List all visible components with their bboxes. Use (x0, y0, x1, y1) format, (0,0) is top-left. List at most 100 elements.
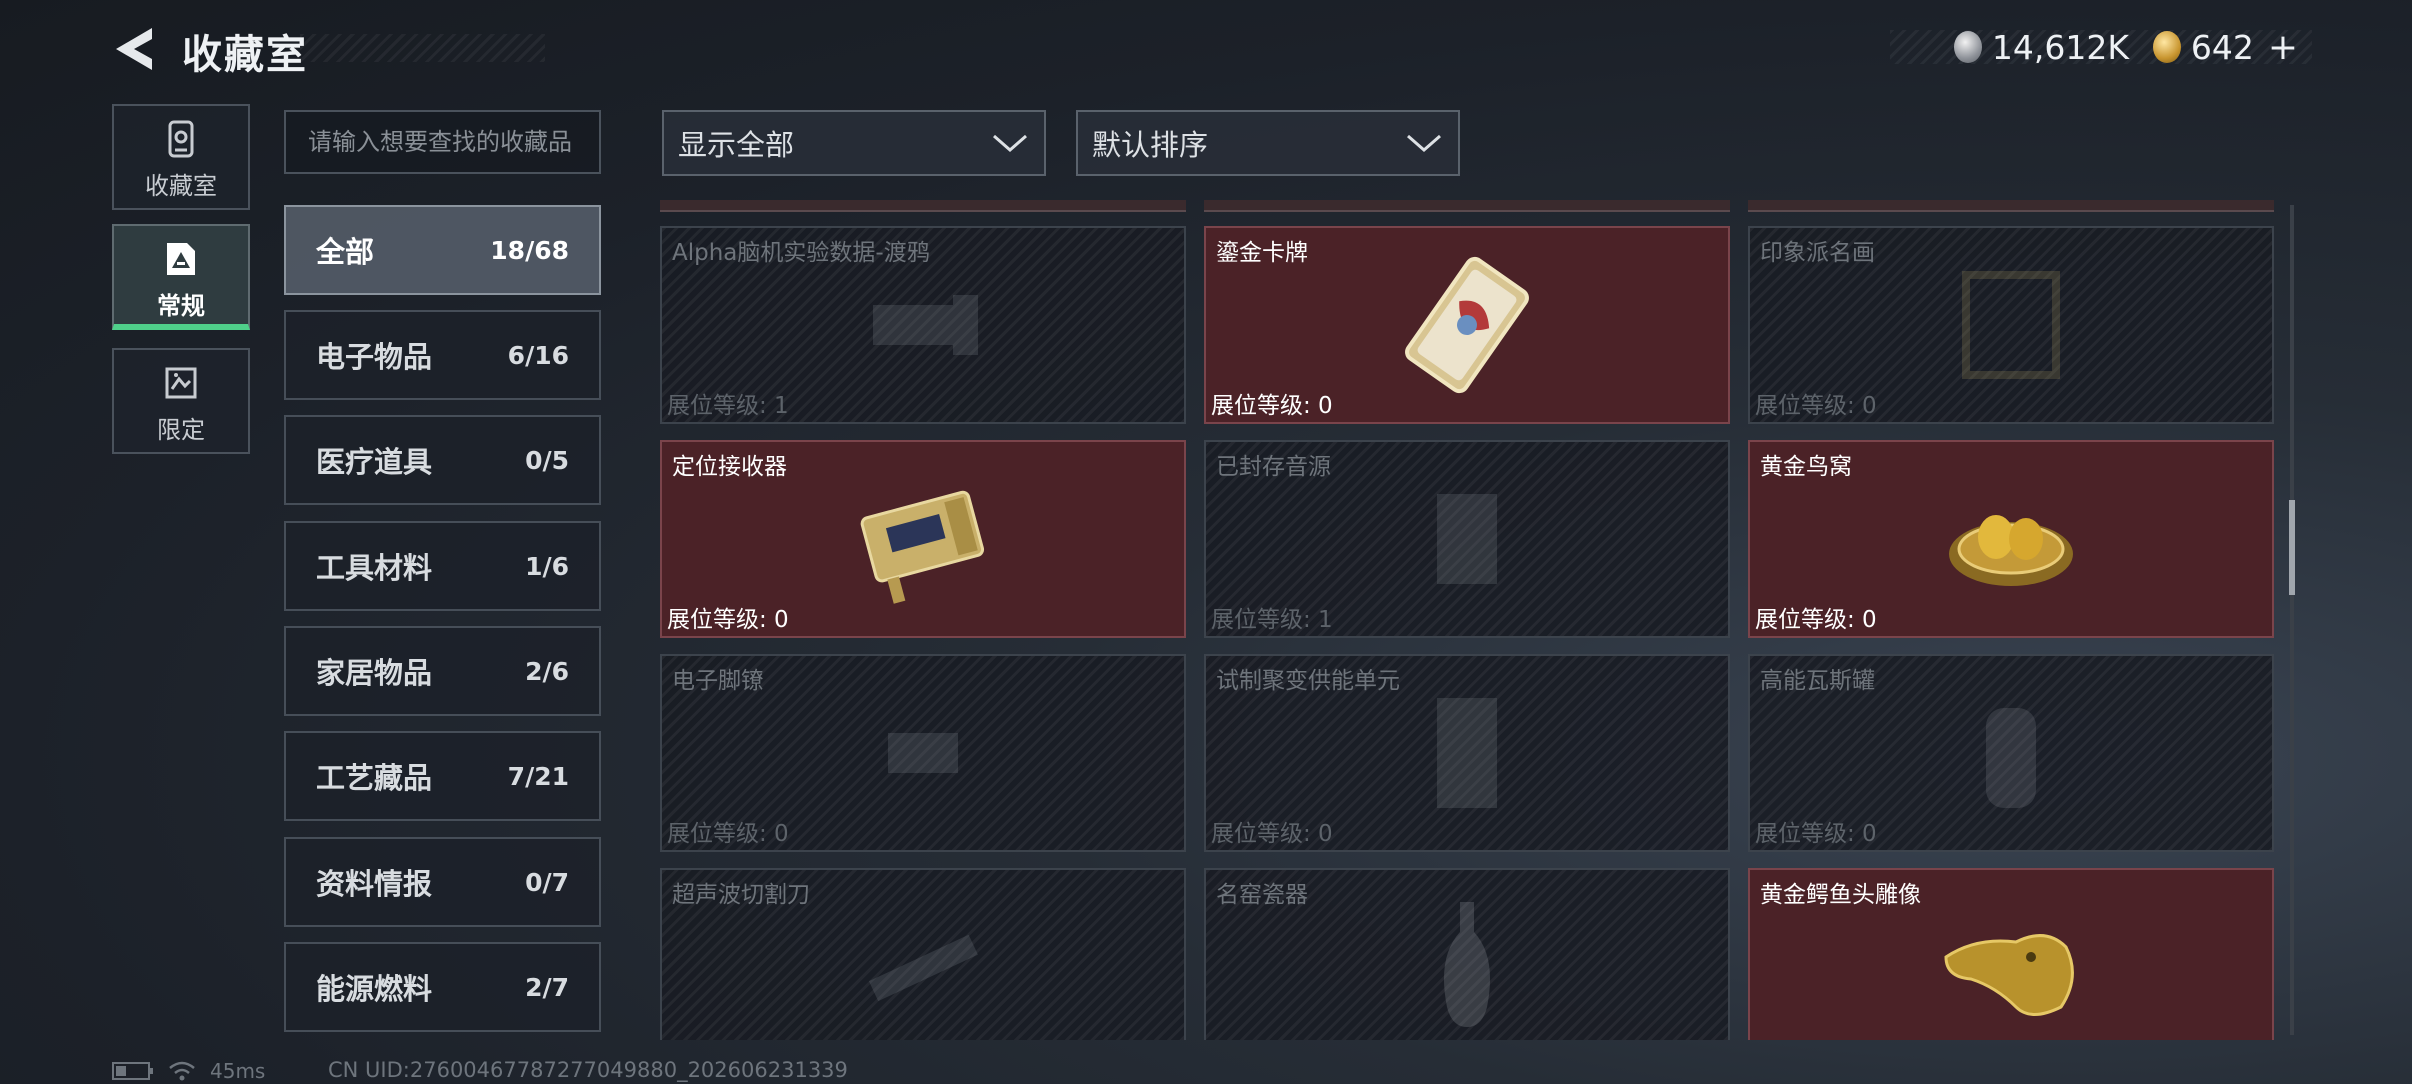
category-count: 18/68 (490, 235, 569, 265)
item-card[interactable]: 名窑瓷器 (1204, 868, 1730, 1040)
side-tab-label: 收藏室 (145, 172, 217, 200)
grid-scrollbar-track[interactable] (2290, 205, 2294, 1035)
category-household[interactable]: 家居物品 2/6 (284, 626, 601, 716)
category-name: 工具材料 (316, 551, 433, 585)
item-card[interactable]: 高能瓦斯罐 展位等级: 0 (1748, 654, 2274, 852)
item-level: 展位等级: 0 (667, 607, 789, 633)
dropdown-label: 显示全部 (678, 128, 795, 162)
category-count: 2/7 (525, 972, 569, 1002)
chevron-down-icon (1407, 134, 1441, 152)
gold-currency-value: 642 (2190, 27, 2254, 67)
item-level: 展位等级: 1 (1211, 607, 1333, 633)
side-tab-limited[interactable]: 限定 (112, 348, 250, 454)
item-name: 试制聚变供能单元 (1216, 668, 1400, 694)
category-name: 资料情报 (316, 867, 433, 901)
item-card[interactable]: 鎏金卡牌 展位等级: 0 (1204, 226, 1730, 424)
side-tab-regular[interactable]: 常规 (112, 224, 250, 330)
uid-text: CN UID:27600467787277049880_202606231339 (328, 1058, 848, 1082)
category-name: 能源燃料 (316, 972, 433, 1006)
item-name: 超声波切割刀 (672, 882, 810, 908)
category-energy[interactable]: 能源燃料 2/7 (284, 942, 601, 1032)
item-level: 展位等级: 0 (1755, 607, 1877, 633)
gilded-card-icon (1405, 256, 1529, 394)
item-name: 名窑瓷器 (1216, 882, 1308, 908)
category-medical[interactable]: 医疗道具 0/5 (284, 415, 601, 505)
page-title: 收藏室 (182, 32, 308, 78)
golden-nest-icon (1949, 515, 2073, 586)
category-intel[interactable]: 资料情报 0/7 (284, 837, 601, 927)
item-card[interactable]: 试制聚变供能单元 展位等级: 0 (1204, 654, 1730, 852)
ping-value: 45ms (210, 1059, 266, 1083)
search-input[interactable] (284, 110, 601, 174)
dropdown-label: 默认排序 (1092, 128, 1209, 162)
item-name: 黄金鳄鱼头雕像 (1760, 882, 1921, 908)
regular-collection-icon (167, 243, 195, 275)
item-name: Alpha脑机实验数据-渡鸦 (672, 240, 930, 266)
item-level: 展位等级: 0 (1211, 393, 1333, 419)
fusion-unit-icon (1437, 698, 1497, 808)
painting-icon (1962, 271, 2060, 379)
item-name: 高能瓦斯罐 (1760, 668, 1875, 694)
side-tab-label: 限定 (157, 416, 205, 444)
previous-row-edge (1204, 200, 1730, 212)
chevron-down-icon (993, 134, 1027, 152)
display-filter-dropdown[interactable]: 显示全部 (662, 110, 1046, 176)
category-electronics[interactable]: 电子物品 6/16 (284, 310, 601, 400)
category-count: 6/16 (507, 340, 569, 370)
title-decoration (300, 34, 545, 62)
side-tab-label: 常规 (157, 292, 205, 320)
ankle-monitor-icon (888, 733, 958, 773)
item-card[interactable]: 印象派名画 展位等级: 0 (1748, 226, 2274, 424)
add-currency-button[interactable]: + (2268, 27, 2298, 68)
item-card[interactable]: 定位接收器 展位等级: 0 (660, 440, 1186, 638)
item-card[interactable]: 电子脚镣 展位等级: 0 (660, 654, 1186, 852)
item-name: 电子脚镣 (672, 668, 764, 694)
battery-icon (112, 1062, 153, 1080)
item-level: 展位等级: 0 (1755, 393, 1877, 419)
item-card[interactable]: 黄金鸟窝 展位等级: 0 (1748, 440, 2274, 638)
item-level: 展位等级: 1 (667, 393, 789, 419)
golden-crocodile-icon (1944, 934, 2074, 1016)
category-count: 1/6 (525, 551, 569, 581)
porcelain-vase-icon (1443, 902, 1491, 1027)
sort-dropdown[interactable]: 默认排序 (1076, 110, 1460, 176)
item-name: 鎏金卡牌 (1216, 240, 1308, 266)
category-all[interactable]: 全部 18/68 (284, 205, 601, 295)
previous-row-edge (660, 200, 1186, 212)
receiver-icon (860, 490, 985, 604)
category-count: 0/5 (525, 445, 569, 475)
grid-scrollbar-thumb[interactable] (2289, 500, 2295, 595)
back-button[interactable] (112, 26, 154, 72)
item-name: 黄金鸟窝 (1760, 454, 1852, 480)
category-name: 家居物品 (316, 656, 433, 690)
category-crafts[interactable]: 工艺藏品 7/21 (284, 731, 601, 821)
audio-source-icon (1437, 494, 1497, 584)
wifi-icon (169, 1061, 195, 1081)
category-count: 0/7 (525, 867, 569, 897)
silver-coin-icon (1954, 31, 1982, 63)
item-card[interactable]: Alpha脑机实验数据-渡鸦 展位等级: 1 (660, 226, 1186, 424)
status-bar: 45ms (112, 1059, 266, 1083)
collection-grid: Alpha脑机实验数据-渡鸦 展位等级: 1 鎏金卡牌 展位等级: 0 印象派名… (660, 200, 2274, 1040)
item-name: 印象派名画 (1760, 240, 1875, 266)
category-count: 2/6 (525, 656, 569, 686)
gold-coin-icon (2152, 31, 2181, 63)
item-name: 定位接收器 (672, 454, 787, 480)
category-name: 全部 (316, 235, 375, 269)
limited-collection-icon (165, 367, 197, 399)
category-count: 7/21 (507, 761, 569, 791)
category-name: 医疗道具 (316, 445, 433, 479)
category-name: 电子物品 (316, 340, 433, 374)
gas-canister-icon (1986, 708, 2036, 808)
item-card[interactable]: 超声波切割刀 (660, 868, 1186, 1040)
item-card[interactable]: 黄金鳄鱼头雕像 (1748, 868, 2274, 1040)
trophy-cabinet-icon (168, 120, 194, 158)
previous-row-edge (1748, 200, 2274, 212)
side-tab-collection-room[interactable]: 收藏室 (112, 104, 250, 210)
item-name: 已封存音源 (1216, 454, 1331, 480)
category-tools[interactable]: 工具材料 1/6 (284, 521, 601, 611)
category-name: 工艺藏品 (316, 761, 433, 795)
ultrasonic-cutter-icon (868, 934, 978, 1002)
item-card[interactable]: 已封存音源 展位等级: 1 (1204, 440, 1730, 638)
item-level: 展位等级: 0 (667, 821, 789, 847)
